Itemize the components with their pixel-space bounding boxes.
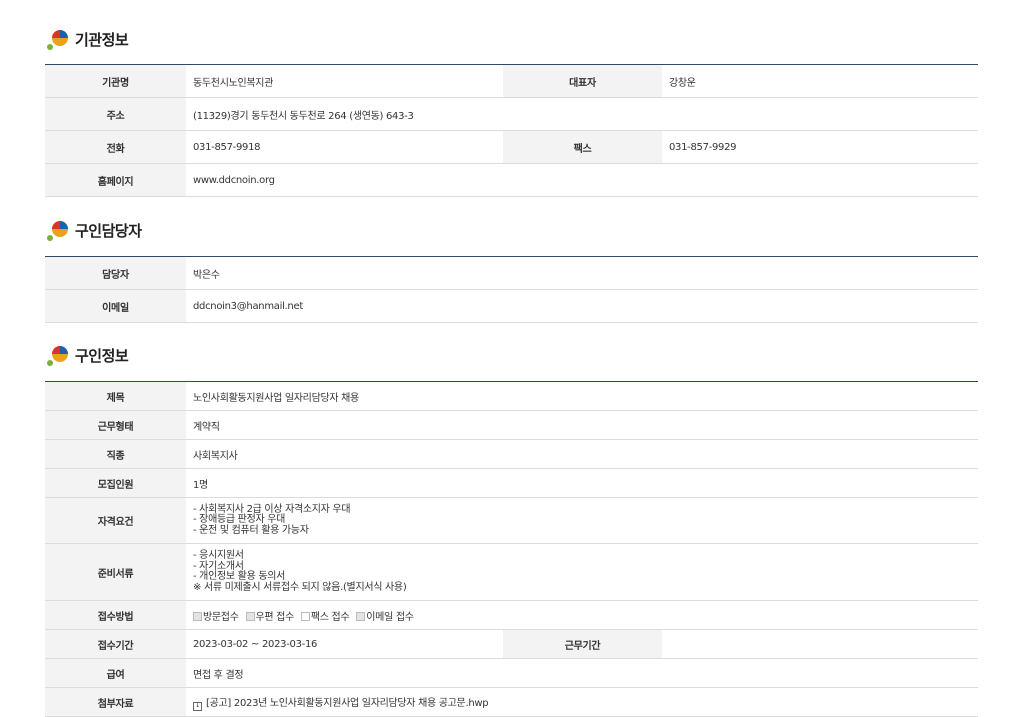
contact-info-table: 담당자 박은수 이메일 ddcnoin3@hanmail.net — [45, 256, 978, 323]
salary-value: 면접 후 결정 — [186, 658, 979, 688]
job-info-table: 제목 노인사회활동지원사업 일자리담당자 채용 근무형태 계약직 직종 사회복지… — [45, 381, 979, 717]
documents-line: - 응시지원서 — [193, 550, 244, 561]
homepage-label: 홈페이지 — [45, 163, 186, 197]
attachment-filename[interactable]: [공고] 2023년 노인사회활동지원사업 일자리담당자 채용 공고문.hwp — [206, 698, 489, 709]
tel-label: 전화 — [45, 130, 186, 164]
work-type-label: 근무형태 — [45, 410, 186, 440]
table-row: 직종 사회복지사 — [45, 439, 979, 469]
table-row: 자격요건 - 사회복지사 2급 이상 자격소지자 우대 - 장애등급 판정자 우… — [45, 497, 979, 544]
table-row: 접수기간 2023-03-02 ~ 2023-03-16 근무기간 — [45, 629, 979, 659]
contact-person-value: 박은수 — [186, 256, 978, 290]
table-row: 준비서류 - 응시지원서 - 자기소개서 - 개인정보 활용 동의서 ※ 서류 … — [45, 543, 979, 601]
apply-method-label: 접수방법 — [45, 600, 186, 630]
rep-label: 대표자 — [503, 64, 662, 98]
work-period-value — [662, 629, 979, 659]
method-fax: 팩스 접수 — [300, 611, 350, 623]
headcount-value: 1명 — [186, 468, 979, 498]
file-icon: ↓ — [193, 701, 202, 711]
apply-method-options: 방문접수 우편 접수 팩스 접수 이메일 접수 — [186, 600, 979, 630]
qualification-label: 자격요건 — [45, 497, 186, 544]
attachment-label: 첨부자료 — [45, 687, 186, 717]
qualification-line: - 사회복지사 2급 이상 자격소지자 우대 — [193, 503, 351, 515]
salary-label: 급여 — [45, 658, 186, 688]
method-email: 이메일 접수 — [356, 611, 414, 623]
method-mail: 우편 접수 — [245, 611, 294, 623]
subject-value: 노인사회활동지원사업 일자리담당자 채용 — [186, 381, 979, 411]
occupation-label: 직종 — [45, 439, 186, 469]
addr-label: 주소 — [45, 97, 186, 131]
table-row: 접수방법 방문접수 우편 접수 팩스 접수 이메일 접수 — [45, 600, 979, 630]
documents-line: - 개인정보 활용 동의서 — [193, 571, 286, 582]
org-info-table: 기관명 동두천시노인복지관 대표자 강창운 주소 (11329)경기 동두천시 … — [45, 64, 978, 197]
work-period-label: 근무기간 — [503, 629, 662, 659]
table-row: 급여 면접 후 결정 — [45, 658, 979, 688]
rep-value: 강창운 — [662, 64, 978, 98]
attachment-link[interactable]: ↓ [공고] 2023년 노인사회활동지원사업 일자리담당자 채용 공고문.hwp — [186, 687, 979, 717]
section-logo-icon — [47, 30, 68, 50]
section-title-text: 구인정보 — [75, 346, 129, 365]
documents-line: - 자기소개서 — [193, 560, 244, 572]
qualification-line: - 장애등급 판정자 우대 — [193, 514, 286, 526]
table-row: 첨부자료 ↓ [공고] 2023년 노인사회활동지원사업 일자리담당자 채용 공고… — [45, 687, 979, 717]
checkbox-icon — [300, 611, 310, 621]
documents-line: ※ 서류 미제출시 서류접수 되지 않음.(별지서식 사용) — [193, 581, 407, 593]
email-label: 이메일 — [45, 289, 186, 323]
apply-period-value: 2023-03-02 ~ 2023-03-16 — [186, 629, 503, 659]
table-row: 제목 노인사회활동지원사업 일자리담당자 채용 — [45, 381, 979, 411]
table-row: 근무형태 계약직 — [45, 410, 979, 440]
email-value: ddcnoin3@hanmail.net — [186, 289, 978, 323]
page: 기관정보 기관명 동두천시노인복지관 대표자 강창운 주소 (11329)경기 … — [0, 0, 1018, 717]
checkbox-icon — [356, 611, 366, 621]
table-row: 담당자 박은수 — [45, 256, 978, 290]
checkbox-icon — [245, 611, 255, 621]
table-row: 기관명 동두천시노인복지관 대표자 강창운 — [45, 64, 978, 98]
fax-value: 031-857-9929 — [662, 130, 978, 164]
homepage-link[interactable]: www.ddcnoin.org — [186, 163, 978, 197]
section-title-contact: 구인담당자 — [46, 216, 142, 244]
table-row: 이메일 ddcnoin3@hanmail.net — [45, 289, 978, 323]
org-name-label: 기관명 — [45, 64, 186, 98]
documents-value: - 응시지원서 - 자기소개서 - 개인정보 활용 동의서 ※ 서류 미제출시 … — [186, 543, 979, 601]
table-row: 전화 031-857-9918 팩스 031-857-9929 — [45, 130, 978, 164]
tel-value: 031-857-9918 — [186, 130, 503, 164]
occupation-value: 사회복지사 — [186, 439, 979, 469]
table-row: 주소 (11329)경기 동두천시 동두천로 264 (생연동) 643-3 — [45, 97, 978, 131]
section-title-job: 구인정보 — [46, 341, 129, 369]
section-logo-icon — [47, 346, 68, 366]
section-logo-icon — [47, 221, 68, 241]
documents-label: 준비서류 — [45, 543, 186, 601]
subject-label: 제목 — [45, 381, 186, 411]
table-row: 모집인원 1명 — [45, 468, 979, 498]
apply-period-label: 접수기간 — [45, 629, 186, 659]
qualification-line: - 운전 및 컴퓨터 활용 가능자 — [193, 524, 309, 536]
section-title-text: 구인담당자 — [75, 221, 142, 240]
contact-person-label: 담당자 — [45, 256, 186, 290]
work-type-value: 계약직 — [186, 410, 979, 440]
addr-value: (11329)경기 동두천시 동두천로 264 (생연동) 643-3 — [186, 97, 978, 131]
fax-label: 팩스 — [503, 130, 662, 164]
table-row: 홈페이지 www.ddcnoin.org — [45, 163, 978, 197]
qualification-value: - 사회복지사 2급 이상 자격소지자 우대 - 장애등급 판정자 우대 - 운… — [186, 497, 979, 544]
section-title-text: 기관정보 — [75, 30, 129, 49]
method-visit: 방문접수 — [193, 611, 239, 623]
org-name-value: 동두천시노인복지관 — [186, 64, 503, 98]
checkbox-icon — [193, 611, 202, 621]
headcount-label: 모집인원 — [45, 468, 186, 498]
section-title-org: 기관정보 — [46, 25, 129, 53]
